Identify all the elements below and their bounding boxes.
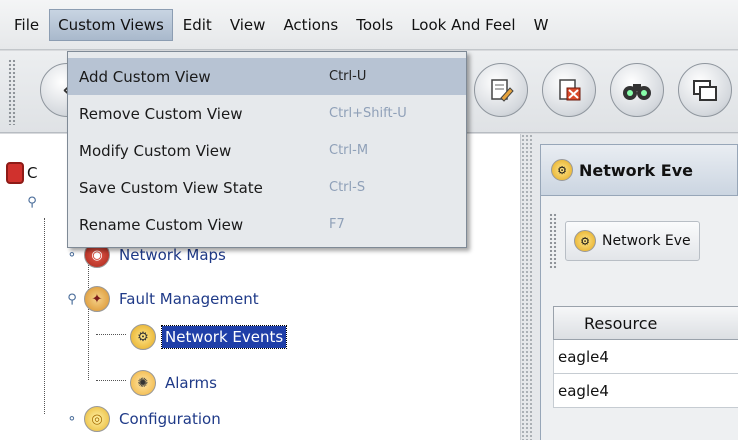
- column-header-label: Resource: [584, 313, 658, 333]
- delete-document-icon: [559, 79, 581, 101]
- menu-item-shortcut: Ctrl-M: [329, 143, 369, 158]
- tree-item-network-events[interactable]: ⚙ Network Events: [126, 324, 288, 350]
- column-header-resource[interactable]: Resource: [553, 306, 738, 340]
- table-cell-resource: eagle4: [558, 381, 609, 400]
- menu-custom-views[interactable]: Custom Views: [49, 8, 173, 41]
- menu-item-label: Remove Custom View: [79, 104, 243, 123]
- menu-item-label: Rename Custom View: [79, 215, 244, 234]
- menu-edit-label: Edit: [182, 15, 212, 34]
- menu-window-label: W: [533, 15, 549, 34]
- tree-item-fault-management[interactable]: ⚲ ✦ Fault Management: [64, 286, 262, 312]
- toolbar-grip[interactable]: [8, 59, 16, 125]
- root-app-icon: [6, 162, 24, 184]
- menu-item-save-custom-view-state[interactable]: Save Custom View State Ctrl-S: [68, 169, 466, 206]
- menu-item-label: Add Custom View: [79, 67, 211, 86]
- network-events-panel: ⚙ Network Eve ⚙ Network Eve Resource eag…: [532, 134, 738, 440]
- menu-item-shortcut: Ctrl-S: [329, 180, 366, 195]
- table-row[interactable]: eagle4: [553, 340, 738, 374]
- fault-management-icon: ✦: [84, 286, 110, 312]
- binoculars-icon: [623, 84, 651, 100]
- menu-look-and-feel-label: Look And Feel: [411, 15, 516, 34]
- collapse-toggle-icon[interactable]: ⚲: [64, 291, 80, 307]
- menu-item-label: Modify Custom View: [79, 141, 232, 160]
- menu-tools-label: Tools: [356, 15, 394, 34]
- expand-toggle-icon[interactable]: ⚬: [64, 411, 80, 427]
- menu-item-remove-custom-view[interactable]: Remove Custom View Ctrl+Shift-U: [68, 95, 466, 132]
- panel-title-bar: ⚙ Network Eve: [540, 144, 738, 196]
- menu-item-shortcut: F7: [329, 217, 345, 232]
- edit-document-icon: [491, 79, 514, 102]
- menu-file-label: File: [14, 15, 40, 34]
- menu-item-shortcut: Ctrl+Shift-U: [329, 106, 407, 121]
- configuration-icon: ◎: [84, 406, 110, 432]
- tree-item-label: Alarms: [165, 374, 217, 392]
- menu-edit[interactable]: Edit: [175, 10, 220, 40]
- windows-icon: [693, 80, 717, 101]
- menu-item-shortcut: Ctrl-U: [329, 69, 367, 84]
- custom-views-dropdown: Add Custom View Ctrl-U Remove Custom Vie…: [67, 51, 467, 248]
- panel-body: ⚙ Network Eve Resource eagle4 eagle4: [540, 196, 738, 440]
- menu-file[interactable]: File: [6, 10, 47, 40]
- tree-root[interactable]: C: [6, 162, 40, 184]
- tree-root-label: C: [27, 164, 38, 182]
- network-events-button-label: Network Eve: [602, 233, 691, 249]
- tree-item-label: Fault Management: [119, 290, 259, 308]
- menu-view-label: View: [229, 15, 266, 34]
- table-row[interactable]: eagle4: [553, 374, 738, 408]
- alarms-icon: ✺: [130, 370, 156, 396]
- menu-item-rename-custom-view[interactable]: Rename Custom View F7: [68, 206, 466, 243]
- network-events-button[interactable]: ⚙ Network Eve: [565, 221, 700, 261]
- network-events-icon: ⚙: [130, 324, 156, 350]
- delete-document-button[interactable]: [542, 63, 596, 117]
- menu-look-and-feel[interactable]: Look And Feel: [403, 10, 523, 40]
- network-events-icon: ⚙: [551, 159, 573, 181]
- expand-toggle-icon[interactable]: ⚬: [64, 247, 80, 263]
- menu-item-add-custom-view[interactable]: Add Custom View Ctrl-U: [68, 58, 466, 95]
- menu-window[interactable]: W: [526, 10, 557, 40]
- panel-splitter[interactable]: [520, 134, 532, 440]
- menu-bar: File Custom Views Edit View Actions Tool…: [0, 0, 738, 50]
- menu-tools[interactable]: Tools: [348, 10, 401, 40]
- tree-item-configuration[interactable]: ⚬ ◎ Configuration: [64, 406, 224, 432]
- tree-root-child[interactable]: ⚲: [24, 194, 40, 210]
- panel-toolbar: ⚙ Network Eve: [549, 206, 738, 276]
- network-events-icon: ⚙: [574, 230, 596, 252]
- edit-document-button[interactable]: [474, 63, 528, 117]
- menu-view[interactable]: View: [222, 10, 274, 40]
- events-table: Resource eagle4 eagle4: [553, 306, 738, 408]
- collapse-toggle-icon[interactable]: ⚲: [24, 194, 40, 210]
- menu-actions-label: Actions: [283, 15, 339, 34]
- tree-item-alarms[interactable]: ✺ Alarms: [126, 370, 220, 396]
- tree-item-label: Configuration: [119, 410, 221, 428]
- menu-item-modify-custom-view[interactable]: Modify Custom View Ctrl-M: [68, 132, 466, 169]
- new-window-button[interactable]: [678, 63, 732, 117]
- menu-actions[interactable]: Actions: [275, 10, 346, 40]
- tree-item-label: Network Events: [160, 325, 288, 349]
- panel-toolbar-grip[interactable]: [549, 213, 557, 269]
- panel-title: Network Eve: [579, 160, 693, 180]
- find-button[interactable]: [610, 63, 664, 117]
- table-cell-resource: eagle4: [558, 347, 609, 366]
- menu-custom-views-label: Custom Views: [58, 15, 164, 34]
- menu-item-label: Save Custom View State: [79, 178, 263, 197]
